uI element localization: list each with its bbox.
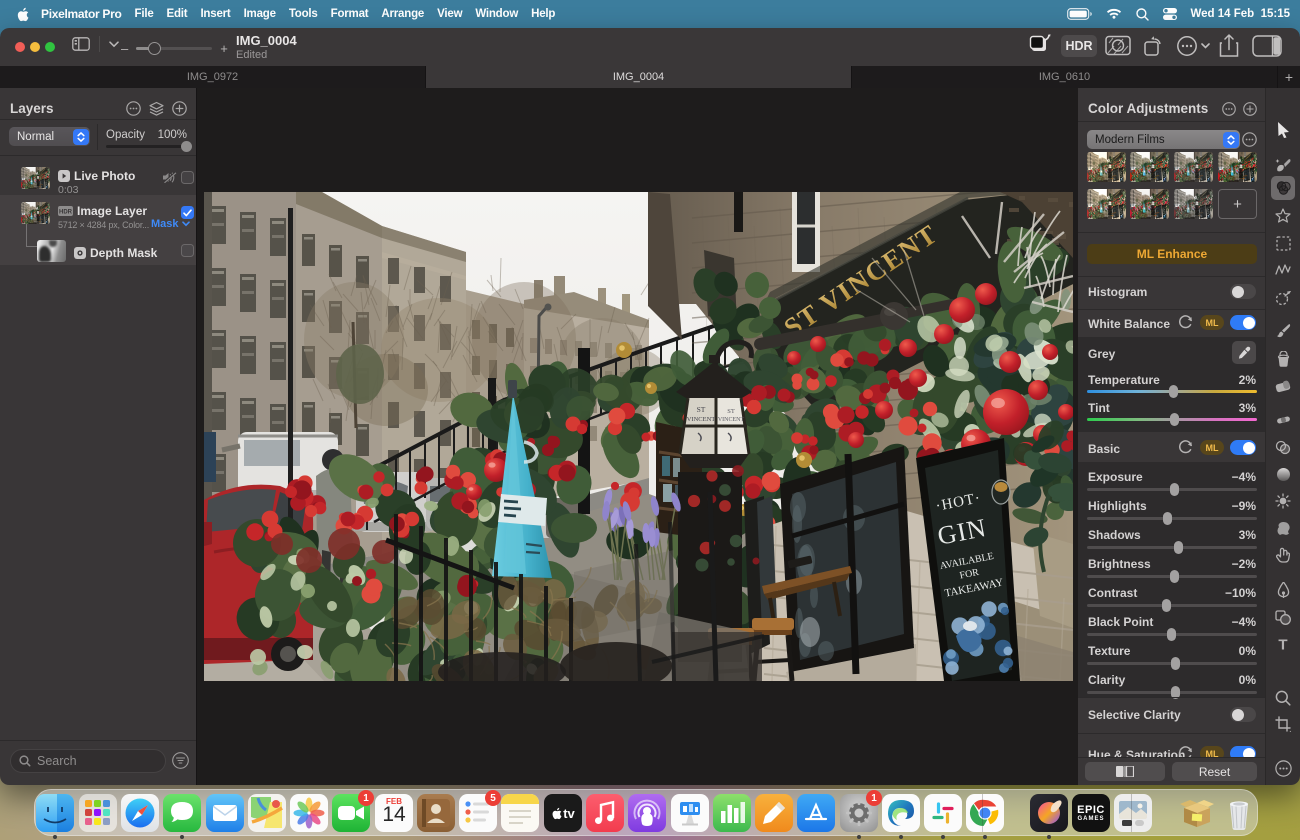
svg-text:HDR: HDR <box>59 210 73 216</box>
svg-text:T: T <box>1278 637 1287 651</box>
